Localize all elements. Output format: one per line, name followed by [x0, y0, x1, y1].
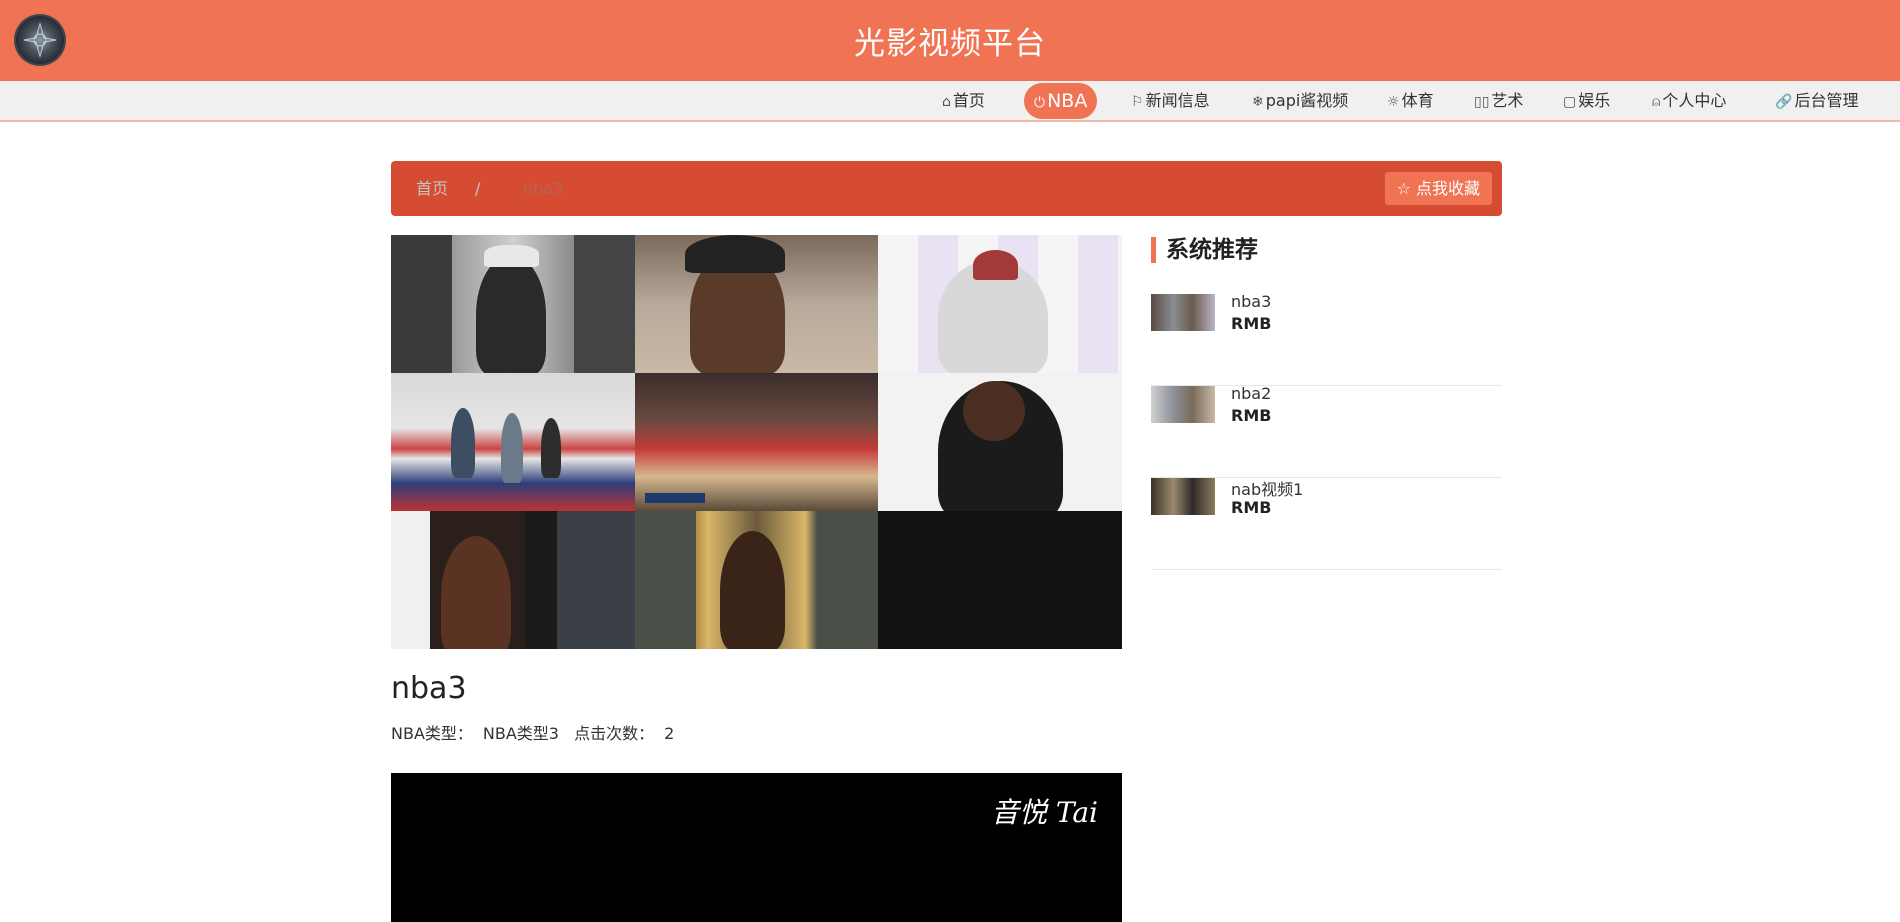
recommend-title[interactable]: nab视频1 [1231, 476, 1303, 500]
recommend-title[interactable]: nba3 [1231, 292, 1271, 311]
nav-item-art[interactable]: ▯▯ 艺术 [1474, 81, 1523, 120]
nav-item-sports[interactable]: ☼ 体育 [1387, 81, 1434, 120]
video-player[interactable]: 音悦 Tai [391, 773, 1122, 922]
user-icon: ⍝ [1652, 94, 1661, 110]
preview-frame [391, 235, 635, 373]
nav-item-entertainment[interactable]: ▢ 娱乐 [1563, 81, 1610, 120]
flag-icon: ⚐ [1131, 94, 1144, 110]
star-icon: ☆ [1396, 179, 1411, 198]
home-icon: ⌂ [942, 94, 951, 110]
preview-frame [878, 373, 1122, 511]
note-icon: ▢ [1563, 94, 1577, 110]
recommend-price: RMB [1231, 498, 1272, 517]
snowflake-icon: ❄ [1252, 94, 1264, 110]
nav-item-nba[interactable]: ⏻ NBA [1024, 83, 1098, 119]
recommend-title[interactable]: nba2 [1231, 384, 1271, 403]
preview-frame [391, 511, 635, 649]
nav-item-home[interactable]: ⌂ 首页 [942, 81, 985, 120]
recommend-price: RMB [1231, 314, 1272, 333]
preview-frame [634, 511, 879, 649]
video-meta: NBA类型： NBA类型3 点击次数： 2 [391, 720, 684, 744]
link-icon: 🔗 [1775, 94, 1793, 110]
preview-frame [634, 373, 879, 511]
breadcrumb-home-link[interactable]: 首页 [416, 161, 448, 216]
preview-frame [878, 235, 1122, 373]
breadcrumb-separator: / [475, 179, 481, 198]
columns-icon: ▯▯ [1474, 94, 1490, 110]
favorite-button[interactable]: ☆ 点我收藏 [1384, 172, 1492, 205]
clicks-value: 2 [664, 724, 675, 743]
main-nav: ⌂ 首页 ⏻ NBA ⚐ 新闻信息 ❄ papi酱视频 ☼ 体育 ▯▯ 艺术 ▢ 娱乐 ⍝ 个人… [0, 81, 1900, 122]
nav-item-news[interactable]: ⚐ 新闻信息 [1131, 81, 1210, 120]
player-watermark: 音悦 Tai [990, 796, 1098, 829]
preview-frame [634, 235, 879, 373]
video-title: nba3 [391, 671, 467, 706]
recommend-item[interactable]: nba2 RMB [1151, 384, 1502, 478]
recommend-thumbnail[interactable] [1151, 478, 1215, 515]
power-icon: ⏻ [1034, 95, 1046, 111]
breadcrumb: 首页 / nba3 ☆ 点我收藏 [391, 161, 1502, 216]
sun-icon: ☼ [1387, 94, 1400, 110]
recommend-item[interactable]: nba3 RMB [1151, 292, 1502, 386]
clicks-label: 点击次数： [574, 724, 655, 743]
recommend-heading: 系统推荐 [1151, 237, 1258, 263]
recommend-item[interactable]: nab视频1 RMB [1151, 478, 1502, 570]
type-value: NBA类型3 [482, 724, 559, 743]
recommend-price: RMB [1231, 406, 1272, 425]
nav-item-profile[interactable]: ⍝ 个人中心 [1652, 81, 1726, 120]
top-header: 光影视频平台 [0, 0, 1900, 81]
type-label: NBA类型： [391, 724, 473, 743]
site-title: 光影视频平台 [854, 26, 1046, 62]
video-preview-image [391, 235, 1122, 649]
preview-frame-empty [878, 511, 1122, 649]
preview-frame [391, 373, 635, 511]
recommend-thumbnail[interactable] [1151, 294, 1215, 331]
breadcrumb-current: nba3 [523, 179, 564, 198]
recommend-thumbnail[interactable] [1151, 386, 1215, 423]
nav-item-papi[interactable]: ❄ papi酱视频 [1252, 81, 1348, 120]
nav-item-admin[interactable]: 🔗 后台管理 [1775, 81, 1858, 120]
